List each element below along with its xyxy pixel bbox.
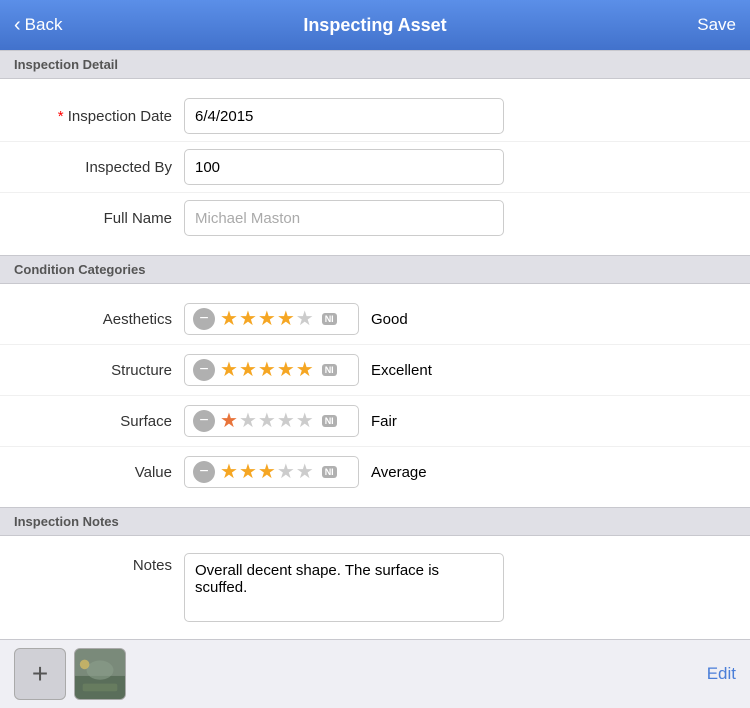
star-filled: ★ — [239, 462, 257, 482]
photo-thumbnail[interactable] — [74, 648, 126, 700]
star-empty: ★ — [296, 309, 314, 329]
star-filled: ★ — [277, 309, 295, 329]
star-filled: ★ — [220, 309, 238, 329]
notes-section-header: Inspection Notes — [0, 507, 750, 536]
stars: ★★★★★ — [220, 411, 314, 431]
inspection-date-label: * Inspection Date — [14, 108, 184, 125]
app-header: ‹ Back Inspecting Asset Save — [0, 0, 750, 50]
ni-badge: NI — [322, 466, 337, 478]
back-button[interactable]: ‹ Back — [14, 15, 62, 35]
star-empty: ★ — [239, 411, 257, 431]
stars: ★★★★★ — [220, 309, 314, 329]
chevron-left-icon: ‹ — [14, 15, 21, 35]
inspected-by-row: Inspected By — [0, 141, 750, 192]
inspection-detail-section-header: Inspection Detail — [0, 50, 750, 79]
star-half: ★ — [296, 360, 314, 380]
star-empty: ★ — [296, 411, 314, 431]
notes-label: Notes — [14, 553, 184, 574]
star-filled: ★ — [258, 309, 276, 329]
rating-section: Aesthetics − ★★★★★ NI Good Structure − ★… — [0, 284, 750, 507]
notes-row: Notes — [0, 546, 750, 629]
rating-control[interactable]: − ★★★★★ NI — [184, 456, 359, 488]
star-filled: ★ — [277, 360, 295, 380]
rating-control[interactable]: − ★★★★★ NI — [184, 354, 359, 386]
inspected-by-label: Inspected By — [14, 159, 184, 176]
notes-textarea[interactable] — [184, 553, 504, 622]
rating-value-label: Average — [371, 464, 427, 481]
star-empty: ★ — [277, 462, 295, 482]
rating-control[interactable]: − ★★★★★ NI — [184, 303, 359, 335]
stars: ★★★★★ — [220, 360, 314, 380]
star-filled: ★ — [239, 360, 257, 380]
rating-label: Surface — [14, 413, 184, 430]
full-name-label: Full Name — [14, 210, 184, 227]
rating-value-label: Excellent — [371, 362, 432, 379]
rating-row: Structure − ★★★★★ NI Excellent — [0, 344, 750, 395]
star-filled: ★ — [220, 462, 238, 482]
star-filled: ★ — [258, 462, 276, 482]
star-filled: ★ — [239, 309, 257, 329]
inspection-date-row: * Inspection Date — [0, 91, 750, 141]
star-filled: ★ — [220, 360, 238, 380]
ni-badge: NI — [322, 313, 337, 325]
inspected-by-input[interactable] — [184, 149, 504, 185]
decrease-rating-button[interactable]: − — [193, 308, 215, 330]
ni-badge: NI — [322, 364, 337, 376]
star-filled: ★ — [258, 360, 276, 380]
ni-badge: NI — [322, 415, 337, 427]
star-filled: ★ — [220, 411, 238, 431]
rating-value-label: Good — [371, 311, 408, 328]
plus-icon: + — [32, 658, 48, 690]
save-button[interactable]: Save — [697, 15, 736, 35]
rating-row: Value − ★★★★★ NI Average — [0, 446, 750, 497]
rating-label: Structure — [14, 362, 184, 379]
rating-control[interactable]: − ★★★★★ NI — [184, 405, 359, 437]
decrease-rating-button[interactable]: − — [193, 359, 215, 381]
stars: ★★★★★ — [220, 462, 314, 482]
rating-label: Aesthetics — [14, 311, 184, 328]
edit-button[interactable]: Edit — [707, 664, 736, 684]
rating-label: Value — [14, 464, 184, 481]
rating-row: Aesthetics − ★★★★★ NI Good — [0, 294, 750, 344]
condition-section-header: Condition Categories — [0, 255, 750, 284]
add-photo-button[interactable]: + — [14, 648, 66, 700]
star-empty: ★ — [277, 411, 295, 431]
required-star: * — [58, 108, 68, 125]
rating-row: Surface − ★★★★★ NI Fair — [0, 395, 750, 446]
inspection-detail-form: * Inspection Date Inspected By Full Name — [0, 79, 750, 255]
full-name-input[interactable] — [184, 200, 504, 236]
decrease-rating-button[interactable]: − — [193, 410, 215, 432]
back-label: Back — [25, 15, 63, 35]
photo-controls: + — [14, 648, 126, 700]
notes-form: Notes — [0, 536, 750, 639]
decrease-rating-button[interactable]: − — [193, 461, 215, 483]
rating-value-label: Fair — [371, 413, 397, 430]
page-title: Inspecting Asset — [303, 15, 446, 36]
photo-bar: + Edit — [0, 639, 750, 708]
star-empty: ★ — [258, 411, 276, 431]
full-name-row: Full Name — [0, 192, 750, 243]
inspection-date-input[interactable] — [184, 98, 504, 134]
star-empty: ★ — [296, 462, 314, 482]
